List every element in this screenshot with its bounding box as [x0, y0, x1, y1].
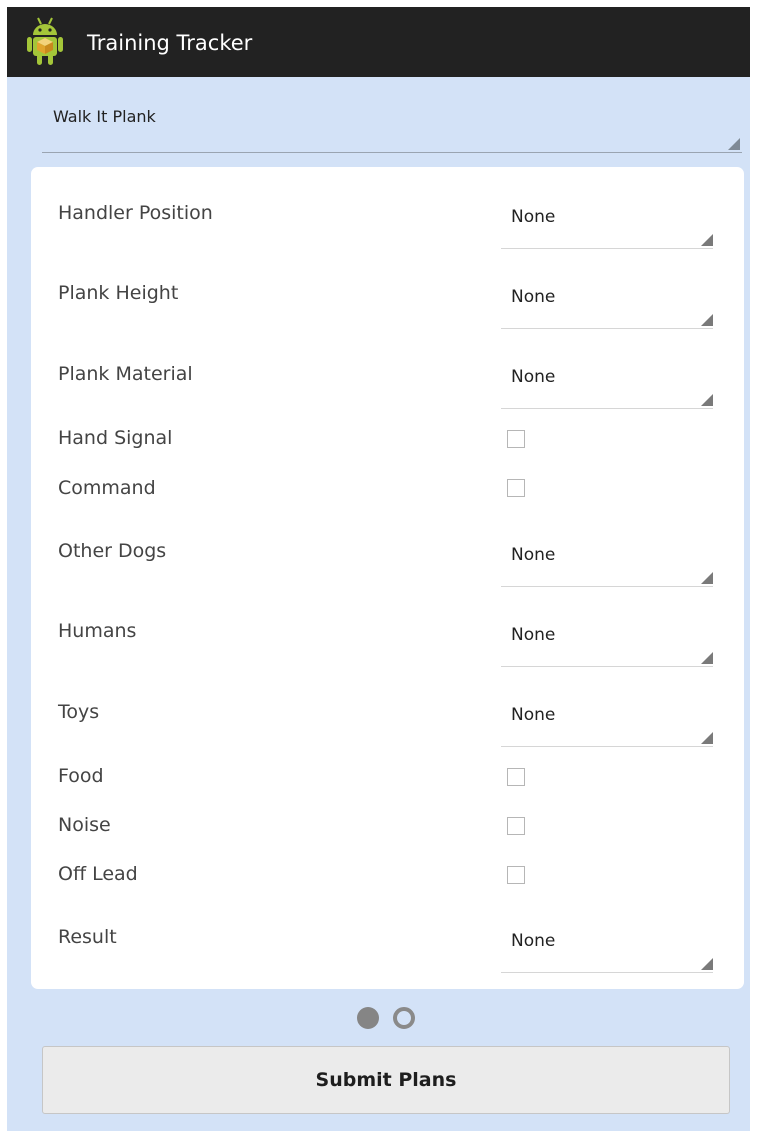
label-hand-signal: Hand Signal [58, 427, 173, 449]
dropdown-underline [501, 972, 713, 973]
label-result: Result [58, 926, 117, 948]
label-humans: Humans [58, 620, 137, 642]
dropdown-triangle-icon [701, 234, 713, 246]
label-command: Command [58, 477, 156, 499]
page-indicator-dot-active[interactable] [357, 1007, 379, 1029]
label-plank-material: Plank Material [58, 363, 193, 385]
dropdown-other-dogs[interactable]: None [501, 541, 713, 587]
app-title: Training Tracker [87, 31, 253, 55]
dropdown-result-value: None [511, 931, 556, 951]
exercise-spinner-value: Walk It Plank [53, 107, 156, 126]
dropdown-triangle-icon [701, 652, 713, 664]
dropdown-humans-value: None [511, 625, 556, 645]
dropdown-plank-height-value: None [511, 287, 556, 307]
dropdown-triangle-icon [701, 958, 713, 970]
dropdown-triangle-icon [701, 572, 713, 584]
checkbox-hand-signal[interactable] [507, 430, 525, 448]
label-handler-position: Handler Position [58, 202, 213, 224]
dropdown-plank-height[interactable]: None [501, 283, 713, 329]
label-toys: Toys [58, 701, 100, 723]
dropdown-underline [501, 666, 713, 667]
dropdown-underline [501, 248, 713, 249]
app-window: Training Tracker Walk It Plank Handler P… [7, 7, 750, 1131]
dropdown-handler-position[interactable]: None [501, 203, 713, 249]
action-bar: Training Tracker [7, 7, 750, 77]
dropdown-underline [501, 328, 713, 329]
dropdown-plank-material[interactable]: None [501, 363, 713, 409]
dropdown-underline [501, 586, 713, 587]
dropdown-handler-position-value: None [511, 207, 556, 227]
dropdown-triangle-icon [701, 394, 713, 406]
label-off-lead: Off Lead [58, 863, 138, 885]
dropdown-other-dogs-value: None [511, 545, 556, 565]
submit-plans-button[interactable]: Submit Plans [42, 1046, 730, 1114]
android-robot-icon[interactable] [27, 15, 63, 67]
dropdown-toys[interactable]: None [501, 701, 713, 747]
exercise-spinner-underline [42, 152, 742, 153]
dropdown-triangle-icon [701, 732, 713, 744]
dropdown-underline [501, 408, 713, 409]
label-noise: Noise [58, 814, 111, 836]
page-indicator-dot-inactive[interactable] [393, 1007, 415, 1029]
dropdown-result[interactable]: None [501, 927, 713, 973]
spinner-triangle-icon [728, 138, 740, 150]
dropdown-underline [501, 746, 713, 747]
dropdown-humans[interactable]: None [501, 621, 713, 667]
checkbox-off-lead[interactable] [507, 866, 525, 884]
dropdown-toys-value: None [511, 705, 556, 725]
label-plank-height: Plank Height [58, 282, 179, 304]
label-food: Food [58, 765, 104, 787]
label-other-dogs: Other Dogs [58, 540, 167, 562]
plan-form-card: Handler Position None Plank Height None … [31, 167, 744, 989]
dropdown-plank-material-value: None [511, 367, 556, 387]
dropdown-triangle-icon [701, 314, 713, 326]
checkbox-food[interactable] [507, 768, 525, 786]
checkbox-noise[interactable] [507, 817, 525, 835]
checkbox-command[interactable] [507, 479, 525, 497]
exercise-spinner[interactable]: Walk It Plank [42, 101, 742, 153]
